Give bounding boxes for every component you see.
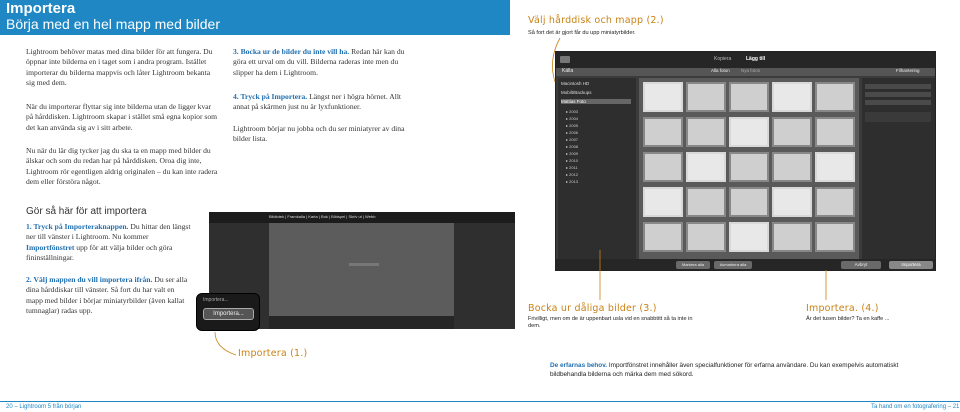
photo-thumbnail[interactable] xyxy=(643,222,683,252)
step-1-title: 1. Tryck på Importeraknappen. xyxy=(26,222,129,231)
year-folder-item[interactable]: ▸ 2003 xyxy=(566,108,632,115)
photo-thumbnail[interactable] xyxy=(772,117,812,147)
year-folder-item[interactable]: ▸ 2012 xyxy=(566,171,632,178)
library-right-panel xyxy=(454,223,515,329)
footer-rule xyxy=(0,401,960,402)
intro-paragraph-2: När du importerar flyttar sig inte bilde… xyxy=(26,102,218,132)
import-window-subbar: Källa Alla foton Nya foton Filhantering xyxy=(556,68,935,76)
photo-thumbnail[interactable] xyxy=(643,187,683,217)
chapter-subtitle: Börja med en hel mapp med bilder xyxy=(6,16,221,32)
step-2: 2. Välj mappen du vill importera ifrån. … xyxy=(26,275,191,317)
annotation-4: Importera. (4.) xyxy=(806,303,879,314)
uncheck-all-button[interactable]: Avmarkera alla xyxy=(714,261,752,269)
year-folder-item[interactable]: ▸ 2010 xyxy=(566,157,632,164)
photo-thumbnail[interactable] xyxy=(729,222,769,252)
photo-thumbnail[interactable] xyxy=(815,222,855,252)
import-window-top: Kopiera Lägg till xyxy=(556,52,935,68)
render-previews-select[interactable] xyxy=(865,84,931,89)
year-folder-item[interactable]: ▸ 2006 xyxy=(566,129,632,136)
smart-preview-checkbox[interactable] xyxy=(865,92,931,97)
annotation-4-caption: Är det tusen bilder? Ta en kaffe ... xyxy=(806,316,890,322)
source-label: Källa xyxy=(562,68,574,74)
photo-thumbnail[interactable] xyxy=(643,152,683,182)
second-copy-option[interactable] xyxy=(865,112,931,122)
year-folder-item[interactable]: ▸ 2005 xyxy=(566,122,632,129)
year-folder-item[interactable]: ▸ 2011 xyxy=(566,164,632,171)
tab-all-photos[interactable]: Alla foton xyxy=(711,68,730,73)
cancel-button[interactable]: Avbryt xyxy=(841,261,881,269)
thumbnail-grid xyxy=(639,78,859,260)
photo-thumbnail[interactable] xyxy=(729,117,769,147)
file-handling-panel xyxy=(862,78,935,270)
intro-paragraph-1: Lightroom behöver matas med dina bilder … xyxy=(26,47,213,88)
step-4: 4. Tryck på Importera. Längst ner i högr… xyxy=(233,92,415,113)
photo-thumbnail[interactable] xyxy=(815,82,855,112)
year-folder-item[interactable]: ▸ 2008 xyxy=(566,143,632,150)
tab-new-photos[interactable]: Nya foton xyxy=(741,68,760,73)
howto-heading: Gör så här för att importera xyxy=(26,206,147,217)
step-4-title: 4. Tryck på Importera. xyxy=(233,92,308,101)
disk-macintosh[interactable]: Macintosh HD xyxy=(561,81,589,86)
photo-thumbnail[interactable] xyxy=(815,152,855,182)
intro-paragraph-3: Nu när du lär dig tycker jag du ska ta e… xyxy=(26,146,218,187)
year-folder-item[interactable]: ▸ 2009 xyxy=(566,150,632,157)
photo-thumbnail[interactable] xyxy=(815,117,855,147)
photo-thumbnail[interactable] xyxy=(643,82,683,112)
check-all-button[interactable]: Markera alla xyxy=(676,261,710,269)
photo-thumbnail[interactable] xyxy=(686,82,726,112)
file-handling-title: Filhantering xyxy=(896,68,920,73)
annotation-2-caption: Så fort det är gjort får du upp miniatyr… xyxy=(528,30,636,36)
year-folder-item[interactable]: ▸ 2013 xyxy=(566,178,632,185)
connector-1 xyxy=(214,331,237,356)
empty-grid-hint xyxy=(349,263,379,266)
import-bottom-bar: Markera alla Avmarkera alla Avbryt Impor… xyxy=(556,259,935,270)
photo-thumbnail[interactable] xyxy=(772,187,812,217)
import-button-zoom: Importera... Importera... xyxy=(196,293,260,331)
step-4-paragraph-2: Lightroom börjar nu jobba och du ser min… xyxy=(233,124,405,144)
step-1: 1. Tryck på Importeraknappen. Du hittar … xyxy=(26,222,191,264)
photo-thumbnail[interactable] xyxy=(686,152,726,182)
annotation-1: Importera (1.) xyxy=(238,348,308,359)
photo-thumbnail[interactable] xyxy=(686,117,726,147)
chapter-title: Importera xyxy=(6,0,76,17)
module-nav: Bibliotek | Framkalla | Karta | Bok | Bi… xyxy=(269,214,376,219)
annotation-2: Välj hårddisk och mapp (2.) xyxy=(528,15,664,26)
photo-thumbnail[interactable] xyxy=(729,187,769,217)
photo-thumbnail[interactable] xyxy=(686,187,726,217)
footer-left: 20 – Lightroom 5 från början xyxy=(6,404,82,410)
photo-thumbnail[interactable] xyxy=(729,82,769,112)
photo-thumbnail[interactable] xyxy=(772,222,812,252)
photo-thumbnail[interactable] xyxy=(729,152,769,182)
import-button[interactable]: Importera... xyxy=(203,308,254,320)
step-3-title: 3. Bocka ur de bilder du inte vill ha. xyxy=(233,47,350,56)
year-folder-list: ▸ 2003 ▸ 2004 ▸ 2005 ▸ 2006 ▸ 2007 ▸ 2008 ▸ 20… xyxy=(566,108,632,185)
photo-thumbnail[interactable] xyxy=(772,82,812,112)
filmstrip xyxy=(269,316,454,329)
photo-thumbnail[interactable] xyxy=(643,117,683,147)
import-hint-text: Importera... xyxy=(203,297,229,303)
year-folder-item[interactable]: ▸ 2007 xyxy=(566,136,632,143)
annotation-3: Bocka ur dåliga bilder (3.) xyxy=(528,303,657,314)
photo-thumbnail[interactable] xyxy=(686,222,726,252)
add-mode[interactable]: Lägg till xyxy=(746,56,765,62)
duplicate-checkbox[interactable] xyxy=(865,100,931,105)
footer-right: Ta hand om en fotografering – 21 xyxy=(871,404,960,410)
year-folder-item[interactable]: ▸ 2004 xyxy=(566,115,632,122)
source-panel: Macintosh HD Mobilt/Backups Mattias Foto… xyxy=(558,78,636,270)
annotation-3-caption: Frivilligt, men om de är uppenbart usla … xyxy=(528,316,693,329)
library-grid xyxy=(269,223,454,316)
step-2-title: 2. Välj mappen du vill importera ifrån. xyxy=(26,275,153,284)
lr-logo-icon xyxy=(560,56,570,63)
import-window-screenshot: Kopiera Lägg till Källa Alla foton Nya f… xyxy=(555,51,936,271)
tip-box: De erfarnas behov. Importfönstret innehå… xyxy=(550,362,910,379)
photo-thumbnail[interactable] xyxy=(772,152,812,182)
import-confirm-button[interactable]: Importera xyxy=(889,261,933,269)
disk-backups[interactable]: Mobilt/Backups xyxy=(561,90,592,95)
photo-thumbnail[interactable] xyxy=(815,187,855,217)
step-1-bold: Importfönstret xyxy=(26,242,75,252)
tip-title: De erfarnas behov. xyxy=(550,362,608,369)
folder-mattias-foto[interactable]: Mattias Foto xyxy=(561,99,631,104)
step-3: 3. Bocka ur de bilder du inte vill ha. R… xyxy=(233,47,415,78)
copy-mode[interactable]: Kopiera xyxy=(714,56,731,62)
